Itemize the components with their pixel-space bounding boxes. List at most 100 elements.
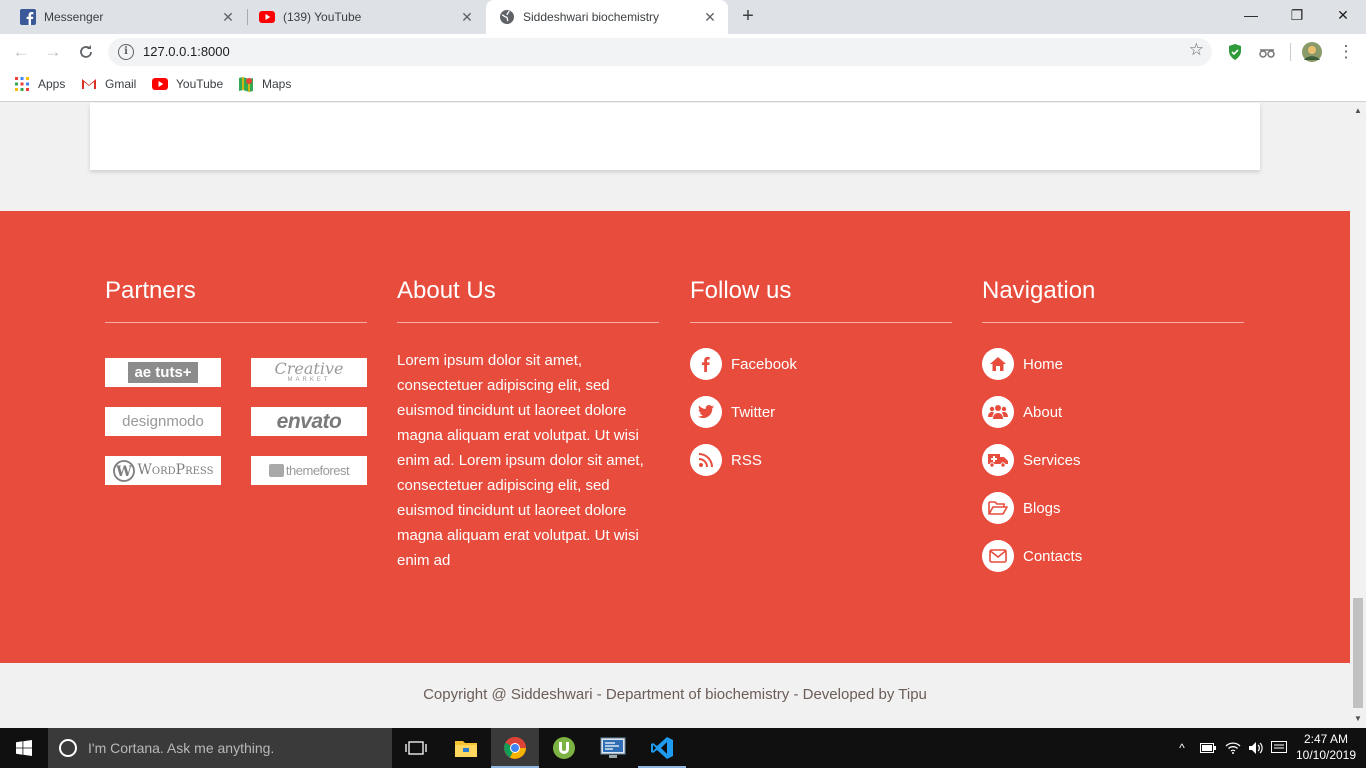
forward-button[interactable]: → (41, 40, 65, 64)
partner-logo-designmodo[interactable]: designmodo (105, 407, 221, 436)
maximize-button[interactable]: ❐ (1274, 0, 1320, 30)
incognito-extension-icon[interactable] (1257, 42, 1277, 62)
nav-link-home[interactable]: Home (982, 348, 1063, 380)
nav-link-about[interactable]: About (982, 396, 1062, 428)
back-button[interactable]: ← (9, 40, 33, 64)
taskbar-file-explorer[interactable] (442, 728, 490, 768)
bookmark-label: Maps (262, 77, 292, 91)
globe-icon (500, 10, 514, 24)
partner-logo-envato[interactable]: envato (251, 407, 367, 436)
tray-overflow-icon[interactable]: ^ (1172, 728, 1192, 768)
partner-logo-text: WordPress (137, 462, 214, 478)
svg-text:W: W (115, 464, 132, 480)
profile-avatar-icon[interactable] (1302, 42, 1322, 62)
partner-logo-creative-market[interactable]: Creative MARKET (251, 358, 367, 387)
windows-logo-icon (16, 740, 32, 756)
page-scrollbar[interactable]: ▲ ▼ (1350, 103, 1366, 728)
partner-logo-text: themeforest (285, 463, 350, 478)
follow-link-label: RSS (731, 451, 762, 469)
youtube-icon (259, 11, 275, 23)
tab-messenger[interactable]: Messenger ✕ (0, 0, 246, 34)
menu-button[interactable]: ⋮ (1334, 40, 1358, 64)
follow-link-rss[interactable]: RSS (690, 444, 762, 476)
bookmark-maps[interactable]: Maps (238, 70, 291, 98)
partner-logo-themeforest[interactable]: themeforest (251, 456, 367, 485)
bookmark-label: Apps (38, 77, 66, 91)
copyright-bar: Copyright @ Siddeshwari - Department of … (0, 663, 1350, 728)
follow-link-twitter[interactable]: Twitter (690, 396, 775, 428)
url-text: 127.0.0.1:8000 (143, 44, 230, 59)
toolbar-divider (1290, 43, 1291, 61)
twitter-icon (690, 396, 722, 428)
wifi-icon[interactable] (1222, 728, 1244, 768)
scroll-up-icon[interactable]: ▲ (1354, 107, 1362, 115)
bookmark-apps[interactable]: Apps (14, 70, 65, 98)
maps-icon (239, 77, 253, 92)
tab-siddeshwari[interactable]: Siddeshwari biochemistry ✕ (486, 0, 728, 34)
facebook-icon (20, 9, 36, 25)
close-icon[interactable]: ✕ (702, 9, 718, 25)
windows-taskbar: I'm Cortana. Ask me anything. ^ 2:47 AM … (0, 728, 1366, 768)
navigation-heading: Navigation (982, 277, 1096, 304)
partners-heading: Partners (105, 277, 196, 304)
bookmark-gmail[interactable]: Gmail (81, 70, 136, 98)
folder-open-icon (982, 492, 1014, 524)
partner-logo-subtext: MARKET (287, 377, 331, 383)
scroll-down-icon[interactable]: ▼ (1354, 715, 1362, 723)
new-tab-button[interactable]: + (736, 5, 760, 29)
facebook-icon (690, 348, 722, 380)
follow-heading: Follow us (690, 277, 792, 304)
nav-link-blogs[interactable]: Blogs (982, 492, 1061, 524)
page-viewport: Partners ae tuts+ Creative MARKET design… (0, 103, 1350, 728)
scrollbar-thumb[interactable] (1353, 598, 1363, 708)
envelope-icon (982, 540, 1014, 572)
divider (690, 322, 952, 323)
nav-link-services[interactable]: Services (982, 444, 1081, 476)
bookmark-youtube[interactable]: YouTube (152, 70, 223, 98)
partner-logo-wordpress[interactable]: W WordPress (105, 456, 221, 485)
battery-icon[interactable] (1197, 728, 1219, 768)
minimize-button[interactable]: — (1228, 0, 1274, 30)
partner-logo-text: ae tuts+ (128, 362, 198, 383)
cortana-icon (59, 739, 77, 757)
address-bar[interactable]: i 127.0.0.1:8000 ☆ (108, 38, 1212, 66)
taskbar-remote-desktop[interactable] (589, 728, 637, 768)
close-icon[interactable]: ✕ (459, 9, 475, 25)
tab-title: (139) YouTube (283, 10, 362, 24)
bookmark-star-icon[interactable]: ☆ (1189, 40, 1204, 60)
tab-title: Messenger (44, 10, 104, 24)
nav-link-label: Home (1023, 355, 1064, 373)
gmail-icon (82, 79, 96, 89)
partner-logo-text: designmodo (122, 413, 204, 430)
content-card (90, 103, 1260, 170)
taskbar-vscode[interactable] (638, 728, 686, 768)
bookmark-label: Gmail (105, 77, 137, 91)
tab-title: Siddeshwari biochemistry (523, 10, 660, 24)
info-icon[interactable]: i (118, 44, 134, 60)
volume-icon[interactable] (1245, 728, 1267, 768)
start-button[interactable] (0, 728, 48, 768)
follow-link-label: Facebook (731, 355, 797, 373)
shield-extension-icon[interactable] (1225, 42, 1245, 62)
rss-icon (690, 444, 722, 476)
taskbar-utorrent[interactable] (540, 728, 588, 768)
close-icon[interactable]: ✕ (220, 9, 236, 25)
notifications-icon[interactable] (1268, 728, 1290, 768)
nav-link-contacts[interactable]: Contacts (982, 540, 1082, 572)
task-view-icon (405, 741, 427, 755)
partner-logo-tutsplus[interactable]: ae tuts+ (105, 358, 221, 387)
close-window-button[interactable]: ✕ (1320, 0, 1366, 30)
follow-link-label: Twitter (731, 403, 776, 421)
home-icon (982, 348, 1014, 380)
follow-link-facebook[interactable]: Facebook (690, 348, 797, 380)
wordpress-icon: W (112, 459, 135, 482)
system-clock[interactable]: 2:47 AM 10/10/2019 (1295, 731, 1357, 763)
nav-link-label: About (1023, 403, 1063, 421)
reload-button[interactable] (74, 40, 98, 64)
tab-youtube[interactable]: (139) YouTube ✕ (239, 0, 485, 34)
cortana-search-box[interactable]: I'm Cortana. Ask me anything. (48, 728, 392, 768)
taskbar-chrome[interactable] (491, 728, 539, 768)
users-icon (982, 396, 1014, 428)
copyright-text: Copyright @ Siddeshwari - Department of … (423, 686, 927, 703)
task-view-button[interactable] (392, 728, 440, 768)
